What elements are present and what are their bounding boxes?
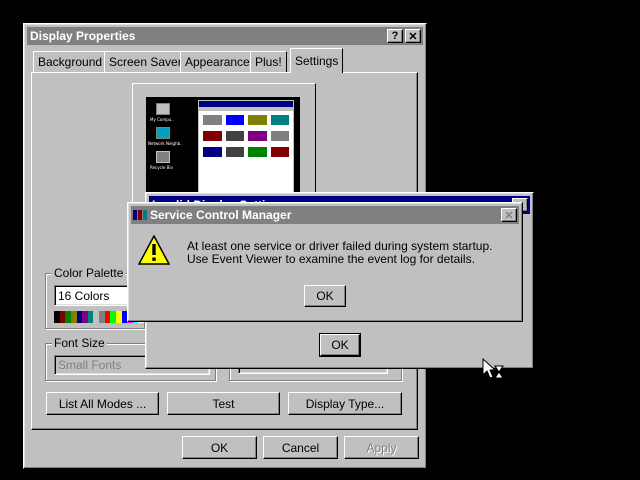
app-icon (225, 115, 244, 125)
busy-cursor-icon (482, 358, 504, 379)
app-icon (248, 115, 267, 125)
color-palette-label: Color Palette (52, 266, 126, 280)
tab-plus[interactable]: Plus! (250, 51, 287, 72)
close-icon: ✕ (408, 30, 418, 43)
recycle-bin-icon (156, 151, 170, 163)
monitor-screen: My Compu.. Network Neighb.. Recycle Bin (146, 97, 300, 197)
network-icon (156, 127, 170, 139)
list-all-modes-button[interactable]: List All Modes ... (46, 392, 159, 415)
app-icon (270, 115, 289, 125)
desktop-icon-label: My Compu.. (150, 117, 174, 122)
app-icon (203, 147, 222, 157)
app-icon (203, 115, 222, 125)
close-button[interactable]: ✕ (501, 208, 517, 222)
tab-background[interactable]: Background (33, 51, 108, 72)
my-computer-icon (156, 103, 170, 115)
cancel-button[interactable]: Cancel (263, 436, 338, 459)
tab-appearance[interactable]: Appearance (180, 51, 255, 72)
tab-screen-saver[interactable]: Screen Saver (104, 51, 187, 72)
app-icon (225, 131, 244, 141)
app-icon (270, 131, 289, 141)
app-icon (248, 131, 267, 141)
scm-titlebar[interactable]: Service Control Manager ✕ (131, 206, 519, 224)
app-icon (248, 147, 267, 157)
apply-button[interactable]: Apply (344, 436, 419, 459)
font-size-label: Font Size (52, 336, 107, 350)
test-button[interactable]: Test (167, 392, 280, 415)
mini-window-icons (199, 111, 293, 161)
close-icon: ✕ (504, 209, 514, 222)
service-control-manager-window: Service Control Manager ✕ At least one s… (127, 202, 523, 322)
desktop-icon-label: Recycle Bin (150, 165, 174, 170)
display-type-button[interactable]: Display Type... (288, 392, 402, 415)
app-icon (225, 147, 244, 157)
scm-message: At least one service or driver failed du… (187, 239, 493, 266)
app-icon (203, 131, 222, 141)
tab-settings[interactable]: Settings (290, 48, 344, 73)
scm-title: Service Control Manager (150, 208, 292, 222)
ok-button[interactable]: OK (182, 436, 257, 459)
scm-app-icon (133, 210, 147, 220)
invalid-settings-ok-button[interactable]: OK (319, 333, 361, 357)
scm-ok-button[interactable]: OK (304, 285, 346, 307)
help-button[interactable]: ? (387, 29, 403, 43)
display-properties-title: Display Properties (30, 29, 136, 43)
display-properties-titlebar[interactable]: Display Properties ? ✕ (27, 27, 423, 45)
close-button[interactable]: ✕ (405, 29, 421, 43)
desktop-icon-label: Network Neighb.. (148, 141, 183, 146)
app-icon (270, 147, 289, 157)
warning-icon (138, 235, 170, 265)
mini-window (198, 100, 294, 194)
monitor-preview: My Compu.. Network Neighb.. Recycle Bin (132, 83, 316, 203)
